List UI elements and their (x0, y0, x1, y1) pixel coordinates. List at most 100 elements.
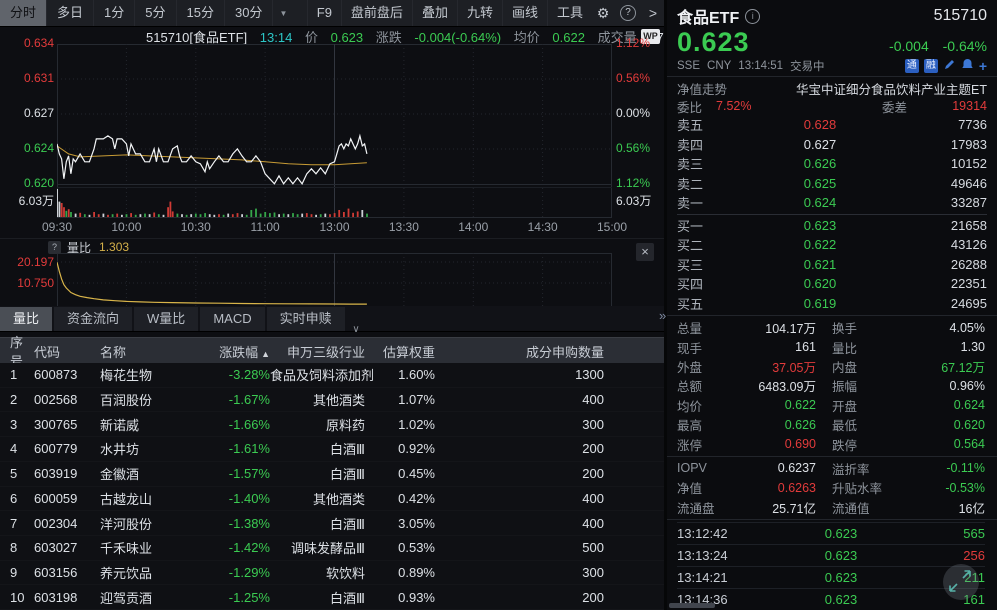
toolbar-tab-fenshi[interactable]: 分时 (0, 0, 47, 26)
table-row-603027[interactable]: 8603027千禾味业-1.42%调味发酵品Ⅲ0.53%500 (0, 536, 664, 561)
level-price: 0.626 (733, 156, 907, 171)
nav-row[interactable]: 净值走势 华宝中证细分食品饮料产业主题ET (677, 79, 987, 97)
indicator-tab-w-liangbi[interactable]: W量比 (134, 307, 198, 331)
toolbar-tab-5min[interactable]: 5分 (135, 0, 176, 26)
table-header-1[interactable]: 代码 (34, 342, 100, 361)
weicha-label: 委差 (882, 97, 907, 116)
constituents-table: 1600873梅花生物-3.28%食品及饲料添加剂1.60%1300200256… (0, 363, 664, 610)
help-icon[interactable]: ? (620, 5, 636, 21)
stat-value: 6483.09万 (735, 376, 816, 395)
cell-chg: -1.29% (205, 565, 270, 580)
close-icon[interactable]: × (636, 243, 654, 261)
expand-panel-arrow-icon[interactable]: » (659, 308, 666, 323)
ask-level-4[interactable]: 卖二0.62549646 (677, 174, 987, 194)
cell-name: 金徽酒 (100, 464, 205, 483)
indicator-tab-macd[interactable]: MACD (200, 307, 264, 331)
toolbar-action-f9[interactable]: F9 (307, 0, 341, 26)
tick-row[interactable]: 13:14:210.623211 (677, 566, 985, 588)
quote-price-row: 0.623 -0.004 -0.64% (677, 27, 987, 57)
level-label: 卖二 (677, 174, 733, 193)
table-row-300765[interactable]: 3300765新诺威-1.66%原料药1.02%300 (0, 412, 664, 437)
toolbar-tab-30min[interactable]: 30分 (225, 0, 273, 26)
ask-level-2[interactable]: 卖四0.62717983 (677, 135, 987, 155)
cell-code: 600873 (34, 367, 100, 382)
cell-qty: 200 (435, 590, 634, 605)
toolbar-action-overlay[interactable]: 叠加 (412, 0, 457, 26)
x-axis-label: 13:30 (382, 220, 426, 234)
panel-scrollbar-thumb[interactable] (669, 603, 715, 608)
bid-level-1[interactable]: 买一0.62321658 (677, 216, 987, 236)
tick-row[interactable]: 13:14:360.623161 (677, 588, 985, 610)
cell-name: 梅花生物 (100, 365, 205, 384)
table-header-4[interactable]: 申万三级行业 (270, 342, 365, 361)
weibi-label: 委比 (677, 97, 702, 116)
cell-qty: 300 (435, 565, 634, 580)
settings-gear-icon[interactable]: ⚙ (592, 5, 614, 22)
table-header-2[interactable]: 名称 (100, 342, 205, 361)
table-header-3[interactable]: 涨跌幅▲ (205, 342, 270, 361)
toolbar-action-pre-post[interactable]: 盘前盘后 (341, 0, 412, 26)
liangbi-header: ? 量比 1.303 (48, 240, 129, 254)
intraday-chart[interactable]: 0.6340.6310.6270.6240.6201.12%0.56%0.00%… (0, 26, 664, 238)
bid-level-5[interactable]: 买五0.61924695 (677, 294, 987, 314)
table-row-002568[interactable]: 2002568百润股份-1.67%其他酒类1.07%400 (0, 388, 664, 413)
ask-level-5[interactable]: 卖一0.62433287 (677, 193, 987, 213)
indicator-tab-realtime-redeem[interactable]: 实时申赎 (267, 307, 345, 331)
info-icon[interactable]: i (745, 9, 760, 24)
tick-row[interactable]: 13:13:240.623256 (677, 544, 985, 566)
liangbi-ymax-label: 20.197 (0, 255, 54, 269)
indicator-tab-fund-flow[interactable]: 资金流向 (54, 307, 132, 331)
table-row-603919[interactable]: 5603919金徽酒-1.57%白酒Ⅲ0.45%200 (0, 462, 664, 487)
table-row-603198[interactable]: 10603198迎驾贡酒-1.25%白酒Ⅲ0.93%200 (0, 585, 664, 610)
table-header-6[interactable]: 成分申购数量 (435, 342, 634, 361)
ask-level-1[interactable]: 卖五0.6287736 (677, 115, 987, 135)
pane-divider[interactable]: » (664, 0, 667, 610)
liangbi-canvas[interactable] (57, 253, 612, 307)
table-row-600059[interactable]: 6600059古越龙山-1.40%其他酒类0.42%400 (0, 487, 664, 512)
table-row-603156[interactable]: 9603156养元饮品-1.29%软饮料0.89%300 (0, 561, 664, 586)
toolbar-tab-duori[interactable]: 多日 (47, 0, 94, 26)
tick-time: 13:12:42 (677, 526, 767, 541)
level-price: 0.621 (733, 257, 907, 272)
toolbar-tab-1min[interactable]: 1分 (94, 0, 135, 26)
table-row-600779[interactable]: 4600779水井坊-1.61%白酒Ⅲ0.92%200 (0, 437, 664, 462)
intraday-chart-canvas[interactable] (57, 44, 612, 218)
pencil-icon[interactable] (943, 58, 956, 74)
table-row-002304[interactable]: 7002304洋河股份-1.38%白酒Ⅲ3.05%400 (0, 511, 664, 536)
level-price: 0.624 (733, 195, 907, 210)
cell-seq: 1 (0, 367, 34, 382)
liangbi-subchart[interactable]: ? 量比 1.303 20.197 10.750 × (0, 238, 664, 307)
bell-icon[interactable] (961, 58, 974, 74)
bid-level-3[interactable]: 买三0.62126288 (677, 255, 987, 275)
stat-value: 25.71亿 (735, 498, 816, 517)
x-axis-label: 10:30 (174, 220, 218, 234)
ask-level-3[interactable]: 卖三0.62610152 (677, 154, 987, 174)
table-header-5[interactable]: 估算权重 (365, 342, 435, 361)
indicator-tab-liangbi[interactable]: 量比 (0, 307, 52, 331)
level-volume: 22351 (907, 276, 987, 291)
toolbar-action-draw-line[interactable]: 画线 (502, 0, 547, 26)
expand-button[interactable] (943, 564, 979, 600)
interval-dropdown-icon[interactable]: ▼ (273, 9, 293, 18)
tick-volume: 256 (915, 548, 985, 563)
cell-seq: 10 (0, 590, 34, 605)
add-icon[interactable]: + (979, 59, 987, 73)
hk-connect-badge: 通 (905, 59, 919, 73)
tick-row[interactable]: 13:12:420.623565 (677, 522, 985, 544)
bid-level-4[interactable]: 买四0.62022351 (677, 274, 987, 294)
cell-name: 迎驾贡酒 (100, 588, 205, 607)
chevron-right-icon[interactable]: > (642, 5, 664, 21)
quote-title-row: 食品ETF i 515710 (677, 5, 987, 27)
collapse-chevron-icon[interactable]: ∨ (336, 325, 376, 337)
toolbar-action-tools[interactable]: 工具 (547, 0, 592, 26)
toolbar-action-nine-turn[interactable]: 九转 (457, 0, 502, 26)
liangbi-help-icon[interactable]: ? (48, 241, 61, 254)
nav-label: 净值走势 (677, 79, 727, 98)
table-row-600873[interactable]: 1600873梅花生物-3.28%食品及饲料添加剂1.60%1300 (0, 363, 664, 388)
toolbar-tab-15min[interactable]: 15分 (177, 0, 225, 26)
margin-badge: 融 (924, 59, 938, 73)
cell-ind: 白酒Ⅲ (270, 588, 365, 607)
bid-level-2[interactable]: 买二0.62243126 (677, 235, 987, 255)
cell-wt: 0.89% (365, 565, 435, 580)
x-axis-label: 10:00 (104, 220, 148, 234)
